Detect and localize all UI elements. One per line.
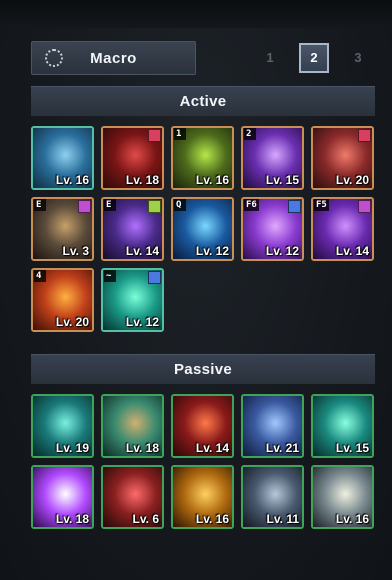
macro-button[interactable]: Macro (31, 41, 196, 75)
skill-level: Lv. 18 (125, 173, 159, 187)
passive-astral-burst[interactable]: Lv. 18 (31, 465, 94, 529)
element-badge-icon (358, 200, 371, 213)
skill-shield-charge[interactable]: Lv. 20 (311, 126, 374, 190)
hotkey-label: ~ (104, 270, 116, 282)
macro-icon (45, 49, 63, 67)
hotkey-label: 2 (244, 128, 256, 140)
skill-jade-vortex[interactable]: ~ Lv. 12 (101, 268, 164, 332)
hotkey-label: Q (174, 199, 186, 211)
skill-level: Lv. 16 (195, 512, 229, 526)
skill-level: Lv. 16 (55, 173, 89, 187)
hotkey-label: E (34, 199, 46, 211)
element-badge-icon (148, 200, 161, 213)
active-section-header: Active (31, 86, 375, 116)
skill-level: Lv. 15 (335, 441, 369, 455)
skill-phantom-sword[interactable]: F5 Lv. 14 (311, 197, 374, 261)
element-badge-icon (358, 129, 371, 142)
passive-guardian-shield[interactable]: Lv. 18 (101, 394, 164, 458)
passive-tranquil-mind[interactable]: Lv. 15 (311, 394, 374, 458)
skill-flame-wave[interactable]: 4 Lv. 20 (31, 268, 94, 332)
skill-level: Lv. 14 (195, 441, 229, 455)
hotkey-label: E (104, 199, 116, 211)
skill-level: Lv. 12 (265, 244, 299, 258)
skill-level: Lv. 18 (125, 441, 159, 455)
skill-green-lash[interactable]: 1 Lv. 16 (171, 126, 234, 190)
passive-iron-will[interactable]: Lv. 21 (241, 394, 304, 458)
skill-void-crescent[interactable]: 2 Lv. 15 (241, 126, 304, 190)
skill-level: Lv. 12 (195, 244, 229, 258)
page-tab-3[interactable]: 3 (343, 43, 373, 73)
skill-level: Lv. 21 (265, 441, 299, 455)
skill-level: Lv. 14 (125, 244, 159, 258)
skill-wind-slash[interactable]: Lv. 16 (31, 126, 94, 190)
passive-skills-grid: Lv. 19 Lv. 18 Lv. 14 Lv. 21 Lv. 15 Lv. 18 Lv. … (31, 394, 374, 529)
skill-shadow-warrior[interactable]: E Lv. 14 (101, 197, 164, 261)
active-skills-grid: Lv. 16 Lv. 18 1 Lv. 16 2 Lv. 15 Lv. 20 E Lv. 3 E L… (31, 126, 374, 332)
skill-level: Lv. 6 (132, 512, 159, 526)
hotkey-label: 1 (174, 128, 186, 140)
passive-section-header: Passive (31, 354, 375, 384)
skill-arcane-blade[interactable]: F6 Lv. 12 (241, 197, 304, 261)
skill-level: Lv. 14 (335, 244, 369, 258)
skill-level: Lv. 11 (266, 512, 299, 526)
top-bar (0, 0, 392, 28)
skill-blade-rain[interactable]: Lv. 18 (101, 126, 164, 190)
hotkey-label: 4 (34, 270, 46, 282)
element-badge-icon (78, 200, 91, 213)
skill-dark-knight[interactable]: E Lv. 3 (31, 197, 94, 261)
page-tab-1[interactable]: 1 (255, 43, 285, 73)
skill-level: Lv. 19 (55, 441, 89, 455)
skill-frost-sigil[interactable]: Q Lv. 12 (171, 197, 234, 261)
passive-golden-knight[interactable]: Lv. 16 (171, 465, 234, 529)
skill-level: Lv. 16 (195, 173, 229, 187)
passive-blood-rage[interactable]: Lv. 14 (171, 394, 234, 458)
skill-level: Lv. 12 (125, 315, 159, 329)
skill-level: Lv. 16 (335, 512, 369, 526)
skill-level: Lv. 15 (265, 173, 299, 187)
hotkey-label: F6 (244, 199, 259, 211)
passive-steel-armor[interactable]: Lv. 11 (241, 465, 304, 529)
skill-level: Lv. 20 (55, 315, 89, 329)
passive-spirit-aura[interactable]: Lv. 19 (31, 394, 94, 458)
skill-level: Lv. 20 (335, 173, 369, 187)
element-badge-icon (148, 271, 161, 284)
element-badge-icon (288, 200, 301, 213)
page-tab-2[interactable]: 2 (299, 43, 329, 73)
passive-war-cry[interactable]: Lv. 6 (101, 465, 164, 529)
skill-level: Lv. 18 (55, 512, 89, 526)
hotkey-label: F5 (314, 199, 329, 211)
skill-level: Lv. 3 (62, 244, 89, 258)
passive-holy-guard[interactable]: Lv. 16 (311, 465, 374, 529)
element-badge-icon (148, 129, 161, 142)
